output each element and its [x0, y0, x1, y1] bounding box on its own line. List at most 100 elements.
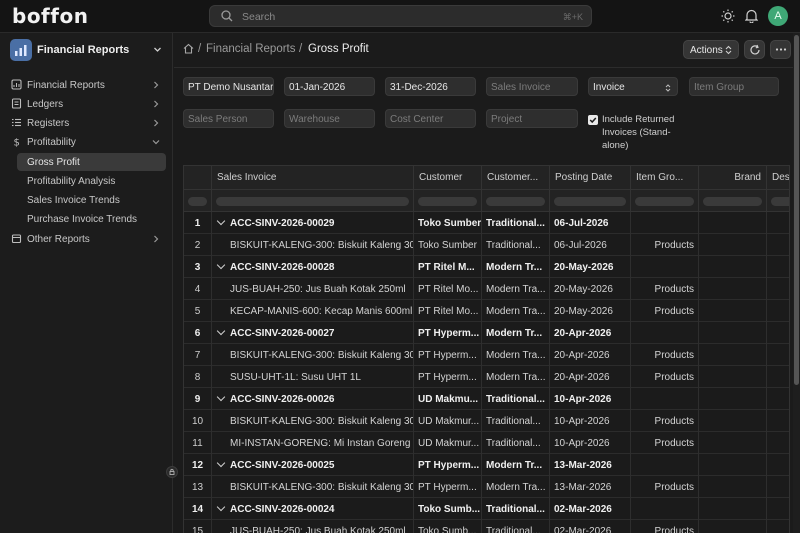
sales-invoice-cell[interactable]: KECAP-MANIS-600: Kecap Manis 600ml [212, 300, 414, 322]
warehouse-field[interactable]: Warehouse [284, 109, 375, 128]
description-cell [767, 256, 789, 278]
more-button[interactable] [770, 40, 791, 59]
filter-cell[interactable] [212, 190, 414, 212]
row-number-cell: 2 [184, 234, 212, 256]
sales-invoice-field[interactable]: Sales Invoice [486, 77, 578, 96]
table-row[interactable]: 10 BISKUIT-KALENG-300: Biskuit Kaleng 300… [184, 410, 789, 432]
description-cell [767, 454, 789, 476]
sidebar-subitem-profitability-analysis[interactable]: Profitability Analysis [17, 172, 166, 190]
table-group-row[interactable]: 6 ACC-SINV-2026-00027 PT Hyperm... Modern T… [184, 322, 789, 344]
table-group-row[interactable]: 1 ACC-SINV-2026-00029 Toko Sumber Tradition… [184, 212, 789, 234]
chevron-down-icon[interactable] [216, 260, 226, 270]
item-group-cell: Products [631, 520, 699, 533]
sales-invoice-cell[interactable]: BISKUIT-KALENG-300: Biskuit Kaleng 300g [212, 344, 414, 366]
item-group-cell: Products [631, 278, 699, 300]
sidebar-subitem-gross-profit[interactable]: Gross Profit [17, 153, 166, 171]
sales-invoice-cell[interactable]: BISKUIT-KALENG-300: Biskuit Kaleng 300g [212, 410, 414, 432]
sales-invoice-cell[interactable]: SUSU-UHT-1L: Susu UHT 1L [212, 366, 414, 388]
table-row[interactable]: 13 BISKUIT-KALENG-300: Biskuit Kaleng 300… [184, 476, 789, 498]
sales-invoice-cell[interactable]: ACC-SINV-2026-00025 [212, 454, 414, 476]
refresh-button[interactable] [744, 40, 765, 59]
breadcrumb-financial-reports[interactable]: Financial Reports [206, 43, 295, 55]
column-header-description[interactable]: Desc [767, 166, 789, 190]
group-by-select[interactable]: Invoice [588, 77, 678, 96]
table-row[interactable]: 2 BISKUIT-KALENG-300: Biskuit Kaleng 300g… [184, 234, 789, 256]
sidebar-item-financial-reports[interactable]: Financial Reports [8, 76, 166, 94]
chevron-down-icon[interactable] [216, 326, 226, 336]
bell-icon[interactable] [745, 9, 758, 23]
sidebar-subitem-purchase-invoice-trends[interactable]: Purchase Invoice Trends [17, 210, 166, 228]
search-bar[interactable]: Search ⌘+K [209, 5, 592, 27]
sales-person-field[interactable]: Sales Person [183, 109, 274, 128]
posting-date-cell: 13-Mar-2026 [550, 454, 631, 476]
chevron-down-icon[interactable] [216, 216, 226, 226]
table-row[interactable]: 5 KECAP-MANIS-600: Kecap Manis 600ml PT Ri… [184, 300, 789, 322]
sidebar-item-ledgers[interactable]: Ledgers [8, 95, 166, 113]
filter-cell[interactable] [767, 190, 789, 212]
table-row[interactable]: 8 SUSU-UHT-1L: Susu UHT 1L PT Hyperm... Mod… [184, 366, 789, 388]
sales-invoice-cell[interactable]: ACC-SINV-2026-00026 [212, 388, 414, 410]
home-icon[interactable] [183, 43, 194, 54]
table-row[interactable]: 4 JUS-BUAH-250: Jus Buah Kotak 250ml PT Ri… [184, 278, 789, 300]
theme-sun-icon[interactable] [721, 9, 735, 23]
to-date-field[interactable]: 31-Dec-2026 [385, 77, 476, 96]
table-group-row[interactable]: 3 ACC-SINV-2026-00028 PT Ritel M... Modern … [184, 256, 789, 278]
sales-invoice-cell[interactable]: ACC-SINV-2026-00029 [212, 212, 414, 234]
sidebar-subitem-sales-invoice-trends[interactable]: Sales Invoice Trends [17, 191, 166, 209]
sales-invoice-cell[interactable]: BISKUIT-KALENG-300: Biskuit Kaleng 300g [212, 476, 414, 498]
sales-invoice-cell-text: BISKUIT-KALENG-300: Biskuit Kaleng 300g [230, 416, 414, 427]
customer-group-cell: Traditional... [482, 410, 550, 432]
item-group-cell: Products [631, 476, 699, 498]
sidebar-item-other-reports[interactable]: Other Reports [8, 230, 166, 248]
table-row[interactable]: 15 JUS-BUAH-250: Jus Buah Kotak 250ml Toko… [184, 520, 789, 533]
cost-center-field[interactable]: Cost Center [385, 109, 476, 128]
sidebar-item-registers[interactable]: Registers [8, 114, 166, 132]
sales-invoice-cell[interactable]: ACC-SINV-2026-00028 [212, 256, 414, 278]
table-group-row[interactable]: 9 ACC-SINV-2026-00026 UD Makmu... Tradition… [184, 388, 789, 410]
company-field[interactable]: PT Demo Nusantara [183, 77, 274, 96]
workspace-switcher[interactable]: Financial Reports [10, 39, 168, 61]
sales-invoice-cell[interactable]: ACC-SINV-2026-00024 [212, 498, 414, 520]
actions-button[interactable]: Actions [683, 40, 739, 59]
item-group-field[interactable]: Item Group [689, 77, 779, 96]
include-returned-checkbox[interactable] [588, 115, 598, 125]
vertical-scrollbar[interactable] [793, 33, 800, 533]
chevron-down-icon[interactable] [216, 392, 226, 402]
sales-invoice-cell[interactable]: JUS-BUAH-250: Jus Buah Kotak 250ml [212, 278, 414, 300]
column-header-item-group[interactable]: Item Gro... [631, 166, 699, 190]
column-header-posting-date[interactable]: Posting Date [550, 166, 631, 190]
item-group-cell [631, 212, 699, 234]
chevron-down-icon [154, 47, 161, 52]
sales-invoice-cell[interactable]: JUS-BUAH-250: Jus Buah Kotak 250ml [212, 520, 414, 533]
filter-cell[interactable] [699, 190, 767, 212]
lock-icon[interactable] [166, 466, 178, 478]
sales-invoice-cell[interactable]: ACC-SINV-2026-00027 [212, 322, 414, 344]
filter-cell[interactable] [482, 190, 550, 212]
table-group-row[interactable]: 14 ACC-SINV-2026-00024 Toko Sumb... Traditi… [184, 498, 789, 520]
filter-cell[interactable] [184, 190, 212, 212]
avatar[interactable]: A [768, 6, 788, 26]
filter-cell[interactable] [631, 190, 699, 212]
column-header-customer[interactable]: Customer [414, 166, 482, 190]
chevron-down-icon [152, 140, 160, 145]
description-cell [767, 498, 789, 520]
customer-cell-text: Toko Sumber [418, 218, 482, 229]
chevron-down-icon[interactable] [216, 458, 226, 468]
column-header-customer-group[interactable]: Customer... [482, 166, 550, 190]
table-row[interactable]: 7 BISKUIT-KALENG-300: Biskuit Kaleng 300g… [184, 344, 789, 366]
table-row[interactable]: 11 MI-INSTAN-GORENG: Mi Instan Goreng UD M… [184, 432, 789, 454]
brand-cell [699, 344, 767, 366]
column-header-brand[interactable]: Brand [699, 166, 767, 190]
sidebar-item-profitability[interactable]: $ Profitability [8, 133, 166, 151]
filter-cell[interactable] [550, 190, 631, 212]
sales-invoice-cell[interactable]: MI-INSTAN-GORENG: Mi Instan Goreng [212, 432, 414, 454]
from-date-field[interactable]: 01-Jan-2026 [284, 77, 375, 96]
table-group-row[interactable]: 12 ACC-SINV-2026-00025 PT Hyperm... Modern … [184, 454, 789, 476]
app-logo[interactable]: boffon [12, 4, 88, 28]
sales-invoice-cell[interactable]: BISKUIT-KALENG-300: Biskuit Kaleng 300g [212, 234, 414, 256]
chevron-down-icon[interactable] [216, 502, 226, 512]
filter-cell[interactable] [414, 190, 482, 212]
row-number-cell-text: 8 [194, 372, 201, 383]
project-field[interactable]: Project [486, 109, 578, 128]
column-header-sales-invoice[interactable]: Sales Invoice [212, 166, 414, 190]
